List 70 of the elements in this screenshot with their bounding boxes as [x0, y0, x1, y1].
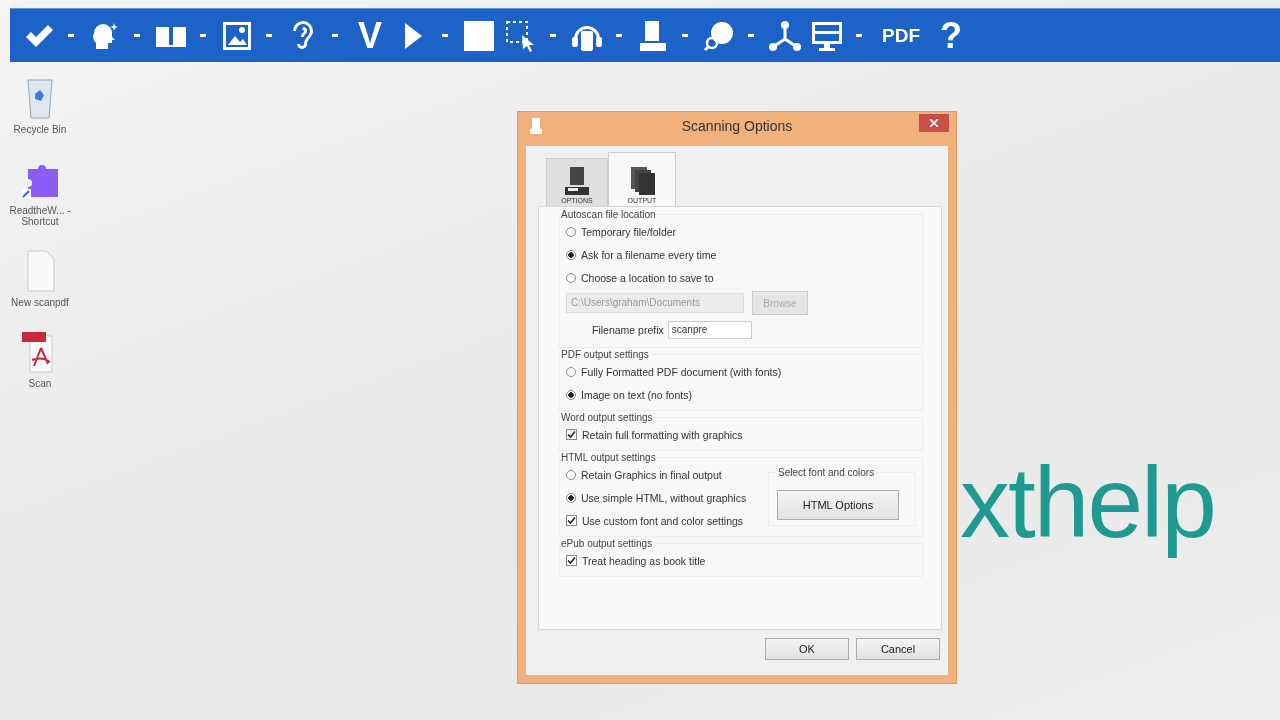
radio-button[interactable] — [566, 272, 576, 283]
group-title: Select font and colors — [777, 467, 876, 478]
scanner-icon — [530, 118, 542, 134]
dropdown-icon — [682, 33, 688, 38]
checkbox[interactable] — [566, 429, 577, 440]
option-label: Retain Graphics in final output — [581, 468, 722, 481]
dropdown-icon — [134, 33, 140, 38]
dropdown-icon — [442, 33, 448, 38]
radio-option[interactable]: Image on text (no fonts) — [566, 383, 916, 406]
stop-icon — [462, 18, 496, 53]
desktop-shortcut[interactable]: New scanpdf — [4, 249, 76, 308]
dialog-button[interactable]: Cancel — [856, 638, 940, 660]
checkbox-option[interactable]: Retain full formatting with graphics — [566, 423, 916, 446]
dropdown-icon — [748, 33, 754, 38]
window-title: Scanning Options — [680, 118, 794, 134]
dropdown-icon — [68, 33, 74, 38]
option-label: Ask for a filename every time — [581, 248, 717, 261]
radio-option[interactable]: Temporary file/folder — [566, 220, 916, 243]
close-button[interactable] — [919, 114, 949, 132]
option-label: Fully Formatted PDF document (with fonts) — [581, 365, 782, 378]
dropdown-icon — [616, 33, 622, 38]
radio-option[interactable]: Use simple HTML, without graphics — [566, 486, 762, 509]
field-label: Filename prefix — [592, 324, 664, 336]
radio-button[interactable] — [566, 492, 576, 503]
toolbar-button[interactable]: V — [348, 14, 392, 57]
radio-option[interactable]: Retain Graphics in final output — [566, 463, 762, 486]
desktop-shortcut[interactable]: Recycle Bin — [4, 76, 76, 135]
html-options-button[interactable]: HTML Options — [777, 490, 899, 520]
radio-button[interactable] — [566, 226, 576, 237]
dropdown-icon — [550, 33, 556, 38]
dropdown-icon — [266, 33, 272, 38]
option-label: Retain full formatting with graphics — [582, 428, 743, 441]
option-label: Use simple HTML, without graphics — [581, 491, 747, 504]
radio-option[interactable]: Fully Formatted PDF document (with fonts) — [566, 360, 916, 383]
checkbox-option[interactable]: Treat heading as book title — [566, 549, 916, 572]
group-title: Word output settings — [560, 412, 654, 423]
scanner-icon — [562, 165, 592, 197]
group-title: HTML output settings — [560, 452, 657, 463]
check-icon — [567, 430, 576, 439]
wallpaper-text: xthelp — [960, 445, 1216, 560]
check-icon — [567, 556, 576, 565]
nodes-icon — [768, 18, 802, 53]
radio-button[interactable] — [566, 366, 576, 377]
checkbox-option[interactable]: Use custom font and color settings — [566, 509, 762, 532]
close-icon — [930, 119, 938, 127]
desktop-shortcut[interactable]: ReadtheW... - Shortcut — [4, 157, 76, 227]
dialog-button[interactable]: OK — [765, 638, 849, 660]
toolbar-button[interactable]: PDF — [872, 24, 930, 47]
option-label: Image on text (no fonts) — [581, 388, 692, 401]
check-icon — [567, 516, 576, 525]
desktop-shortcut[interactable]: Scan — [4, 330, 76, 389]
radio-button[interactable] — [566, 249, 576, 260]
checkbox[interactable] — [566, 515, 577, 526]
option-label: Treat heading as book title — [582, 554, 706, 567]
dropdown-icon — [200, 33, 206, 38]
checkbox[interactable] — [566, 555, 577, 566]
option-label: Use custom font and color settings — [582, 514, 744, 527]
radio-option[interactable]: Choose a location to save to — [566, 266, 916, 289]
radio-option[interactable]: Ask for a filename every time — [566, 243, 916, 266]
dropdown-icon — [332, 33, 338, 38]
option-label: Temporary file/folder — [581, 225, 677, 238]
group-title: Autoscan file location — [560, 209, 657, 220]
group-title: PDF output settings — [560, 349, 650, 360]
dropdown-icon — [856, 33, 862, 38]
group-title: ePub output settings — [560, 538, 654, 549]
toolbar-button[interactable]: ? — [930, 14, 972, 57]
option-label: Choose a location to save to — [581, 271, 714, 284]
prefix-field[interactable]: scanpre — [667, 321, 752, 339]
radio-button[interactable] — [566, 389, 576, 400]
radio-button[interactable] — [566, 469, 576, 480]
